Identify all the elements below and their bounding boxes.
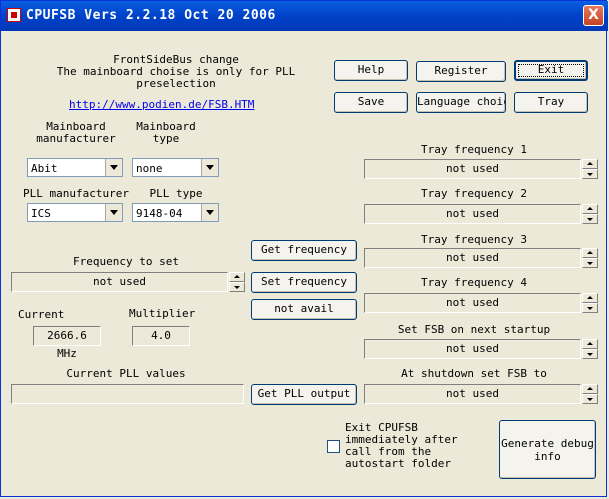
window-title: CPUFSB Vers 2.2.18 Oct 20 2006 — [26, 8, 276, 23]
pll-manufacturer-label: PLL manufacturer — [23, 187, 129, 200]
tray-frequency-4-spinner[interactable]: not used — [364, 293, 598, 313]
frequency-to-set-value[interactable]: not used — [11, 272, 228, 292]
pll-values-display — [11, 384, 244, 404]
spin-down-icon[interactable] — [582, 258, 598, 268]
pll-type-select[interactable]: 9148-04 — [132, 203, 219, 222]
shutdown-fsb-spinner[interactable]: not used — [364, 384, 598, 404]
tray-button[interactable]: Tray — [514, 92, 588, 113]
chevron-down-icon[interactable] — [105, 159, 122, 176]
shutdown-fsb-value[interactable]: not used — [364, 384, 581, 404]
save-button[interactable]: Save — [334, 92, 408, 113]
tray-frequency-3-spinner[interactable]: not used — [364, 248, 598, 268]
tray-frequency-3-label: Tray frequency 3 — [421, 233, 527, 246]
mainboard-manufacturer-label: Mainboard manufacturer — [36, 120, 116, 145]
exit-immediately-label[interactable]: Exit CPUFSB immediately after call from … — [345, 422, 465, 470]
close-button[interactable]: X — [583, 5, 604, 26]
chevron-down-icon[interactable] — [201, 159, 218, 176]
generate-debug-info-button[interactable]: Generate debug info — [499, 420, 596, 479]
exit-immediately-checkbox[interactable] — [327, 440, 340, 453]
tray-frequency-1-label: Tray frequency 1 — [421, 143, 527, 156]
mainboard-type-label: Mainboard type — [136, 120, 196, 145]
next-startup-value[interactable]: not used — [364, 339, 581, 359]
frequency-to-set-label: Frequency to set — [73, 255, 179, 268]
tray-frequency-1-value[interactable]: not used — [364, 159, 581, 179]
tray-frequency-3-value[interactable]: not used — [364, 248, 581, 268]
help-button[interactable]: Help — [334, 60, 408, 81]
get-frequency-button[interactable]: Get frequency — [251, 240, 357, 261]
set-frequency-button[interactable]: Set frequency — [251, 272, 357, 293]
mainboard-type-value: none — [136, 162, 163, 175]
title-bar[interactable]: CPUFSB Vers 2.2.18 Oct 20 2006 X — [1, 1, 608, 31]
language-choice-button[interactable]: Language choice — [416, 92, 506, 113]
spin-down-icon[interactable] — [229, 282, 245, 292]
spin-up-icon[interactable] — [582, 293, 598, 303]
tray-frequency-1-spinner[interactable]: not used — [364, 159, 598, 179]
spin-down-icon[interactable] — [582, 214, 598, 224]
pll-type-value: 9148-04 — [136, 207, 183, 220]
pll-manufacturer-value: ICS — [31, 207, 51, 220]
spin-up-icon[interactable] — [582, 384, 598, 394]
mainboard-manufacturer-select[interactable]: Abit — [27, 158, 123, 177]
tray-frequency-4-value[interactable]: not used — [364, 293, 581, 313]
mainboard-type-select[interactable]: none — [132, 158, 219, 177]
main-window: CPUFSB Vers 2.2.18 Oct 20 2006 X FrontSi… — [0, 0, 608, 497]
current-label: Current — [18, 308, 65, 321]
chevron-down-icon[interactable] — [201, 204, 218, 221]
app-icon — [7, 8, 21, 22]
current-frequency-display: 2666.6 MHz — [33, 326, 101, 360]
next-startup-spinner[interactable]: not used — [364, 339, 598, 359]
spin-up-icon[interactable] — [582, 204, 598, 214]
next-startup-label: Set FSB on next startup — [397, 323, 551, 336]
spin-down-icon[interactable] — [582, 394, 598, 404]
spin-down-icon[interactable] — [582, 303, 598, 313]
multiplier-label: Multiplier — [129, 307, 196, 320]
mainboard-manufacturer-value: Abit — [31, 162, 58, 175]
register-button[interactable]: Register — [416, 61, 506, 82]
spin-up-icon[interactable] — [582, 159, 598, 169]
pll-values-label: Current PLL values — [66, 367, 186, 380]
spin-up-icon[interactable] — [582, 248, 598, 258]
shutdown-fsb-label: At shutdown set FSB to — [401, 367, 547, 380]
pll-type-label: PLL type — [149, 187, 203, 200]
get-pll-output-button[interactable]: Get PLL output — [251, 384, 357, 405]
tray-frequency-2-value[interactable]: not used — [364, 204, 581, 224]
spin-up-icon[interactable] — [229, 272, 245, 282]
header-subtitle-cont: preselection — [136, 77, 216, 90]
frequency-to-set-spinner[interactable]: not used — [11, 272, 245, 292]
spin-down-icon[interactable] — [582, 169, 598, 179]
exit-button[interactable]: Exit — [514, 60, 588, 81]
not-avail-button[interactable]: not avail — [251, 299, 357, 320]
multiplier-display: 4.0 — [132, 326, 190, 346]
spin-down-icon[interactable] — [582, 349, 598, 359]
tray-frequency-2-spinner[interactable]: not used — [364, 204, 598, 224]
spin-up-icon[interactable] — [582, 339, 598, 349]
website-link[interactable]: http://www.podien.de/FSB.HTM — [69, 98, 254, 111]
pll-manufacturer-select[interactable]: ICS — [27, 203, 123, 222]
chevron-down-icon[interactable] — [105, 204, 122, 221]
tray-frequency-4-label: Tray frequency 4 — [421, 276, 527, 289]
tray-frequency-2-label: Tray frequency 2 — [421, 187, 527, 200]
